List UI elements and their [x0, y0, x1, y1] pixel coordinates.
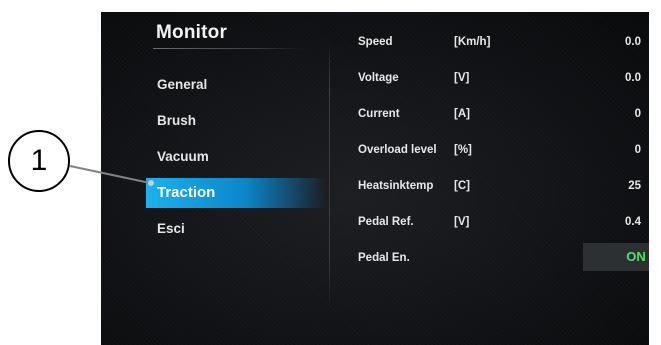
- callout-line-stroke: [69, 165, 151, 184]
- callout-number-badge: 1: [8, 130, 70, 192]
- callout-leader-line: [69, 165, 154, 186]
- callout-pointer-dot: [148, 180, 154, 186]
